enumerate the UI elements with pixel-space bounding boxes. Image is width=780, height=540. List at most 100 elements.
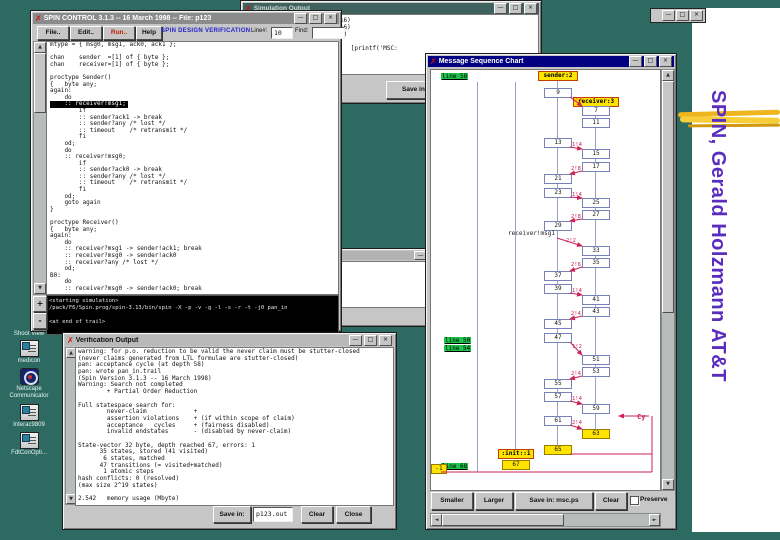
netscape-icon <box>20 368 39 385</box>
message-sequence-chart-window: ✗ Message Sequence Chart — □ × line 58li… <box>425 53 677 530</box>
step-box: 55 <box>544 379 572 389</box>
close-button[interactable]: × <box>690 10 703 21</box>
close-button[interactable]: × <box>324 13 337 24</box>
maximize-button[interactable]: □ <box>309 13 322 24</box>
scroll-right-button[interactable]: ► <box>649 514 660 526</box>
promela-code-editor[interactable]: mtype = { msg0, msg1, ack0, ack1 };chan … <box>46 41 339 295</box>
desktop-icon-netscape-communicator[interactable]: Netscape Communicator <box>6 368 52 400</box>
step-box: 27 <box>582 210 610 220</box>
spin-banner: SPIN DESIGN VERIFICATION <box>161 28 250 34</box>
verification-line: (max size 2^19 states) <box>78 483 393 490</box>
close-button[interactable]: × <box>524 3 537 14</box>
step-box: 43 <box>582 307 610 317</box>
scroll-thumb[interactable] <box>34 53 46 113</box>
verification-close-button[interactable]: Close <box>336 506 371 523</box>
desktop-icon-interac9809[interactable]: Interac9809 <box>6 404 52 429</box>
code-line: :: receiver?any /* lost */ <box>50 260 338 267</box>
msc-larger-button[interactable]: Larger <box>475 492 513 510</box>
message-label: 2!6 <box>571 262 581 268</box>
find-input[interactable] <box>312 27 345 39</box>
maximize-button[interactable]: □ <box>676 10 689 21</box>
minimize-button[interactable]: — <box>662 10 675 21</box>
app-icon: ✗ <box>430 58 437 66</box>
document-icon <box>20 432 39 449</box>
msc-chart-canvas[interactable]: line 58line 50line 54line 68sender:2rece… <box>430 69 661 491</box>
help-menu-button[interactable]: Help <box>136 26 162 40</box>
message-label: 1!4 <box>572 142 583 148</box>
message-arrow <box>557 238 582 246</box>
spin-control-window: ✗ SPIN CONTROL 3.1.3 -- 16 March 1998 --… <box>30 10 342 332</box>
desktop: SPIN, Gerald Holzmann AT&T Shoot Viewmed… <box>0 0 780 540</box>
minimize-button[interactable]: — <box>349 335 362 346</box>
preserve-checkbox[interactable] <box>630 496 639 505</box>
step-box: 59 <box>582 404 610 414</box>
msc-titlebar[interactable]: ✗ Message Sequence Chart — □ × <box>428 56 674 67</box>
code-line: od; <box>50 266 338 273</box>
verification-save-button[interactable]: Save in: <box>213 506 251 523</box>
step-box: 63 <box>582 429 610 439</box>
desktop-icon-label: FdtConOpti... <box>6 450 52 457</box>
minimize-button[interactable]: — <box>294 13 307 24</box>
msc-smaller-button[interactable]: Smaller <box>431 492 473 510</box>
scroll-up-button[interactable]: ▲ <box>662 70 674 81</box>
zoom-in-button[interactable]: + <box>33 296 47 312</box>
desktop-icon-fdtconopti[interactable]: FdtConOpti... <box>6 432 52 457</box>
code-line: B0: <box>50 273 338 280</box>
scroll-left-button[interactable]: ◄ <box>431 514 442 526</box>
spin-control-titlebar[interactable]: ✗ SPIN CONTROL 3.1.3 -- 16 March 1998 --… <box>33 13 339 24</box>
step-box: 53 <box>582 367 610 377</box>
verification-clear-button[interactable]: Clear <box>301 506 333 523</box>
app-icon: ✗ <box>67 337 74 345</box>
run-menu-button[interactable]: Run.. <box>103 26 135 40</box>
msc-clear-button[interactable]: Clear <box>595 492 627 510</box>
maximize-button[interactable]: □ <box>509 3 522 14</box>
code-line: :: receiver?msg0 -> sender!ack0; break <box>50 286 338 293</box>
code-scrollbar[interactable]: ▲ ▼ <box>33 41 47 295</box>
scroll-thumb[interactable] <box>442 514 564 526</box>
process-lifeline <box>477 82 478 472</box>
line-number-input[interactable]: 10 <box>271 27 293 39</box>
minimize-button[interactable]: — <box>494 3 507 14</box>
file-menu-button[interactable]: File.. <box>37 26 69 40</box>
msc-horizontal-scrollbar[interactable]: ◄ ► <box>430 513 661 527</box>
zoom-out-button[interactable]: - <box>33 313 47 329</box>
message-label: 2!4 <box>572 420 583 426</box>
scroll-thumb[interactable] <box>662 81 674 313</box>
desktop-icon-medicon[interactable]: medicon <box>6 340 52 365</box>
verification-output-titlebar[interactable]: ✗ Verification Output — □ × <box>65 335 394 346</box>
verification-output-title: Verification Output <box>76 337 347 344</box>
verification-filename-field[interactable]: p123.out <box>253 507 293 522</box>
minimize-button[interactable]: — <box>629 56 642 67</box>
line-badge: line 54 <box>444 345 471 352</box>
scroll-up-button[interactable]: ▲ <box>34 42 46 53</box>
message-label: 1!4 <box>572 288 583 294</box>
edit-menu-button[interactable]: Edit.. <box>70 26 102 40</box>
step-box: 65 <box>544 445 572 455</box>
close-button[interactable]: × <box>379 335 392 346</box>
step-box: 33 <box>582 246 610 256</box>
statement-label: receiver!msg1 <box>489 230 555 237</box>
close-button[interactable]: × <box>659 56 672 67</box>
spin-menubar: File.. Edit.. Run.. Help SPIN DESIGN VER… <box>33 25 339 41</box>
line-badge: line 58 <box>441 73 468 80</box>
scroll-down-button[interactable]: ▼ <box>662 479 674 490</box>
code-line: :: timeout /* retransmit */ <box>50 128 338 135</box>
verification-output-text: warning: for p.o. reduction to be valid … <box>75 347 394 506</box>
scroll-down-button[interactable]: ▼ <box>34 283 46 294</box>
msc-vertical-scrollbar[interactable]: ▲ ▼ <box>661 69 675 491</box>
message-label: 2!4 <box>571 311 582 317</box>
terminal-line: /pack/F6/Spin.prog/spin-3.13/bin/spin -X… <box>49 305 336 312</box>
message-label: 1!4 <box>572 396 583 402</box>
document-icon <box>20 404 39 421</box>
verification-line: 2.542 memory usage (Mbyte) <box>78 496 393 503</box>
maximize-button[interactable]: □ <box>644 56 657 67</box>
terminal-line: <at end of trail> <box>49 319 336 326</box>
step-box: 41 <box>582 295 610 305</box>
maximize-button[interactable]: □ <box>364 335 377 346</box>
code-line: again: <box>50 88 338 95</box>
desktop-icon-label: medicon <box>6 358 52 365</box>
msc-save-button[interactable]: Save in: msc.ps <box>515 492 593 510</box>
message-label: 1!2 <box>572 344 582 350</box>
code-line: :: timeout /* retransmit */ <box>50 180 338 187</box>
process-head: :init::1 <box>498 449 534 459</box>
